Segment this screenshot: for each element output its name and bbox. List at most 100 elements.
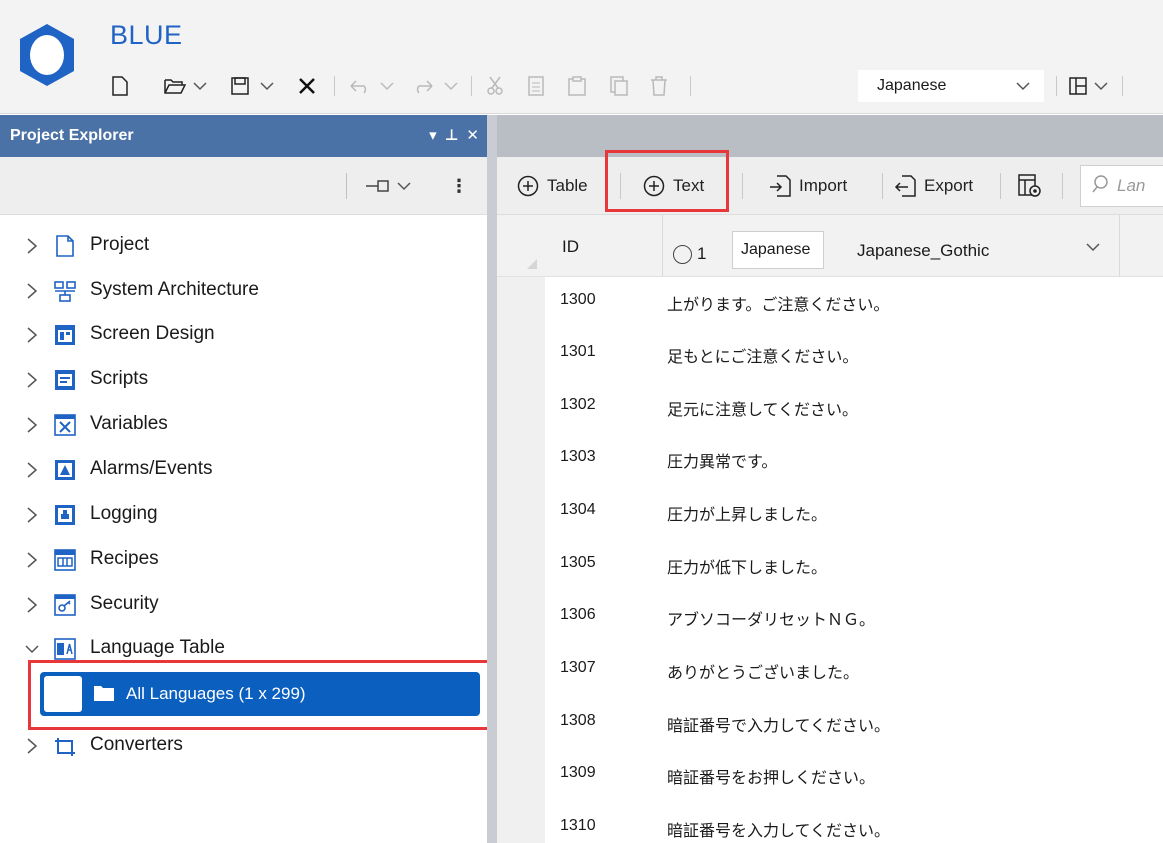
variables-icon [54, 414, 76, 436]
language-select[interactable]: Japanese [858, 70, 1044, 102]
tree-item-label: Converters [90, 734, 183, 755]
row-text[interactable]: 圧力が低下しました。 [667, 554, 827, 578]
language-name-input[interactable]: Japanese [732, 231, 824, 269]
layout-dropdown-chevron-icon[interactable] [1094, 69, 1108, 103]
language-radio[interactable] [673, 245, 692, 264]
table-row[interactable]: 1302 足元に注意してください。 [545, 382, 1163, 434]
row-text[interactable]: ありがとうございました。 [667, 659, 859, 683]
chevron-right-icon[interactable] [24, 370, 40, 390]
chevron-right-icon[interactable] [24, 281, 40, 301]
tree-item-all-languages[interactable]: All Languages (1 x 299) [40, 672, 480, 716]
redo-icon[interactable] [410, 69, 436, 103]
selection-indent [44, 676, 82, 712]
undo-icon[interactable] [347, 69, 373, 103]
table-row[interactable]: 1304 圧力が上昇しました。 [545, 487, 1163, 539]
collapse-button[interactable] [346, 173, 428, 199]
chevron-right-icon[interactable] [24, 505, 40, 525]
table-row[interactable]: 1308 暗証番号で入力してください。 [545, 698, 1163, 750]
table-settings-button[interactable] [1018, 171, 1042, 201]
close-panel-icon[interactable]: ✕ [466, 126, 479, 144]
select-all-corner[interactable] [527, 259, 537, 269]
row-text[interactable]: 足元に注意してください。 [667, 396, 858, 420]
save-icon[interactable] [228, 69, 252, 103]
language-search-input[interactable]: Lan [1080, 165, 1163, 207]
row-text[interactable]: 足もとにご注意ください。 [667, 343, 858, 367]
toolbar-separator [1062, 173, 1063, 199]
chevron-right-icon[interactable] [24, 325, 40, 345]
undo-dropdown-chevron-icon[interactable] [380, 69, 394, 103]
table-row[interactable]: 1300 上がります。ご注意ください。 [545, 277, 1163, 329]
language-table-icon [54, 638, 76, 660]
import-button[interactable]: Import [769, 171, 847, 201]
chevron-right-icon[interactable] [24, 595, 40, 615]
row-text[interactable]: 暗証番号をお押しください。 [667, 764, 875, 788]
cut-icon[interactable] [482, 69, 508, 103]
tree-item-recipes[interactable]: Recipes [0, 540, 487, 580]
panel-menu-icon[interactable]: ▾ [429, 126, 437, 144]
font-select-value[interactable]: Japanese_Gothic [857, 241, 989, 261]
paste-icon[interactable] [564, 69, 590, 103]
tree-item-project[interactable]: Project [0, 226, 487, 266]
chevron-right-icon[interactable] [24, 736, 40, 756]
tree-item-alarms-events[interactable]: Alarms/Events [0, 450, 487, 490]
table-row[interactable]: 1310 暗証番号を入力してください。 [545, 803, 1163, 843]
row-text[interactable]: 圧力が上昇しました。 [667, 501, 827, 525]
save-dropdown-chevron-icon[interactable] [260, 69, 274, 103]
tree-item-screen-design[interactable]: Screen Design [0, 315, 487, 355]
chevron-down-icon [396, 182, 411, 191]
add-table-button[interactable]: Table [517, 171, 588, 201]
chevron-right-icon[interactable] [24, 550, 40, 570]
row-id: 1308 [560, 712, 596, 729]
tree-item-logging[interactable]: Logging [0, 495, 487, 535]
panel-splitter[interactable] [487, 115, 497, 843]
row-text[interactable]: 暗証番号を入力してください。 [667, 817, 890, 841]
scripts-icon [55, 370, 75, 390]
table-settings-icon [1018, 174, 1042, 198]
tree-item-label: System Architecture [90, 279, 259, 300]
new-file-icon[interactable] [108, 69, 132, 103]
table-row[interactable]: 1307 ありがとうございました。 [545, 645, 1163, 697]
open-folder-icon[interactable] [162, 69, 188, 103]
toolbar-separator [742, 173, 743, 199]
table-row[interactable]: 1309 暗証番号をお押しください。 [545, 750, 1163, 802]
tree-item-security[interactable]: Security [0, 585, 487, 625]
delete-icon[interactable] [646, 69, 672, 103]
tree-item-converters[interactable]: Converters [0, 726, 487, 766]
document-icon [56, 235, 74, 257]
security-icon [54, 594, 76, 616]
network-icon [54, 281, 76, 302]
table-row[interactable]: 1301 足もとにご注意ください。 [545, 329, 1163, 381]
row-text[interactable]: アブソコーダリセットＮＧ。 [667, 606, 875, 630]
copy-icon[interactable] [524, 69, 548, 103]
export-button[interactable]: Export [894, 171, 973, 201]
add-text-button[interactable]: Text [643, 171, 704, 201]
tree-item-system-architecture[interactable]: System Architecture [0, 271, 487, 311]
row-text[interactable]: 圧力異常です。 [667, 448, 777, 472]
layout-icon[interactable] [1066, 69, 1090, 103]
pin-icon[interactable]: ⊥ [445, 126, 459, 144]
chevron-right-icon[interactable] [24, 415, 40, 435]
id-column-header[interactable]: ID [562, 237, 579, 257]
chevron-right-icon[interactable] [24, 236, 40, 256]
tree-item-language-table[interactable]: Language Table [0, 629, 487, 669]
row-id: 1307 [560, 659, 596, 676]
open-dropdown-chevron-icon[interactable] [193, 69, 207, 103]
table-row[interactable]: 1305 圧力が低下しました。 [545, 540, 1163, 592]
chevron-down-icon[interactable] [1085, 239, 1101, 260]
toolbar-separator [620, 173, 621, 199]
tree-item-scripts[interactable]: Scripts [0, 360, 487, 400]
row-text[interactable]: 上がります。ご注意ください。 [667, 291, 889, 315]
table-row[interactable]: 1303 圧力異常です。 [545, 434, 1163, 486]
table-row[interactable]: 1306 アブソコーダリセットＮＧ。 [545, 592, 1163, 644]
tree-item-label: Logging [90, 503, 158, 524]
more-options-icon[interactable]: ⋮ [450, 173, 468, 199]
redo-dropdown-chevron-icon[interactable] [444, 69, 458, 103]
editor-header [497, 115, 1163, 157]
project-explorer-toolbar: ⋮ [0, 157, 487, 215]
row-text[interactable]: 暗証番号で入力してください。 [667, 712, 890, 736]
chevron-right-icon[interactable] [24, 460, 40, 480]
chevron-down-icon[interactable] [24, 639, 40, 659]
duplicate-icon[interactable] [606, 69, 632, 103]
close-icon[interactable] [295, 69, 319, 103]
tree-item-variables[interactable]: Variables [0, 405, 487, 445]
